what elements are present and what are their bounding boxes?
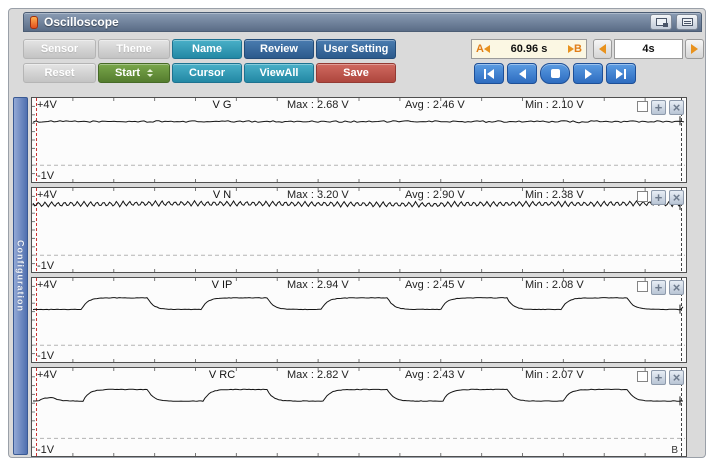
triangle-left-icon: [599, 44, 606, 54]
popout-icon: [656, 18, 667, 26]
window-span-value: 4s: [642, 43, 654, 55]
channel-panel-vg: +4V -1V V G Max : 2.68 V Avg : 2.46 V Mi…: [31, 97, 687, 183]
sidebar-label: Configuration: [16, 240, 26, 312]
window-span-increase-button[interactable]: [685, 39, 704, 59]
window-span-field[interactable]: 4s: [614, 39, 683, 59]
step-forward-icon: [585, 69, 592, 79]
stop-button[interactable]: [540, 63, 570, 84]
channel-select-checkbox[interactable]: [637, 371, 648, 382]
scope-icon: [30, 16, 38, 29]
skip-to-end-icon: [624, 69, 626, 79]
channel-name: V RC: [182, 369, 262, 381]
bottom-scale-label: -1V: [37, 170, 54, 182]
sidebar-configuration-handle[interactable]: Configuration: [13, 97, 28, 455]
max-value: Max : 2.68 V: [287, 99, 349, 111]
close-channel-button[interactable]: [669, 280, 684, 295]
waveform-vn: [32, 188, 686, 272]
window-title: Oscilloscope: [44, 15, 119, 29]
min-value: Min : 2.08 V: [525, 279, 584, 291]
window-span-decrease-button[interactable]: [593, 39, 612, 59]
theme-button[interactable]: Theme: [98, 39, 170, 59]
top-scale-label: +4V: [37, 369, 57, 381]
top-scale-label: +4V: [37, 279, 57, 291]
step-forward-button[interactable]: [573, 63, 603, 84]
user-setting-button[interactable]: User Setting: [316, 39, 396, 59]
ab-span-value: 60.96 s: [490, 43, 568, 55]
close-channel-button[interactable]: [669, 370, 684, 385]
waveform-vrc: [32, 368, 686, 456]
min-value: Min : 2.10 V: [525, 99, 584, 111]
step-back-icon: [519, 69, 526, 79]
zoom-in-button[interactable]: [651, 280, 666, 295]
stop-icon: [551, 69, 560, 78]
start-button-label: Start: [115, 67, 140, 79]
review-button[interactable]: Review: [244, 39, 314, 59]
cursor-button[interactable]: Cursor: [172, 63, 242, 83]
bottom-scale-label: -1V: [37, 444, 54, 456]
channel-panel-vn: +4V -1V V N Max : 3.20 V Avg : 2.90 V Mi…: [31, 187, 687, 273]
titlebar[interactable]: Oscilloscope: [23, 12, 702, 32]
max-value: Max : 2.94 V: [287, 279, 349, 291]
name-button[interactable]: Name: [172, 39, 242, 59]
ab-span-field[interactable]: A 60.96 s B: [471, 39, 587, 59]
channel-panel-vip: +4V -1V V IP Max : 2.94 V Avg : 2.45 V M…: [31, 277, 687, 363]
close-channel-button[interactable]: [669, 190, 684, 205]
waveform-vip: [32, 278, 686, 362]
cursor-b-label: B: [574, 43, 582, 55]
channel-select-checkbox[interactable]: [637, 191, 648, 202]
cursor-b-marker: B: [671, 445, 678, 456]
cursor-a-label: A: [476, 43, 484, 55]
zoom-in-button[interactable]: [651, 370, 666, 385]
channel-name: V N: [182, 189, 262, 201]
max-value: Max : 3.20 V: [287, 189, 349, 201]
start-button[interactable]: Start: [98, 63, 170, 83]
channel-name: V G: [182, 99, 262, 111]
skip-to-start-icon: [484, 69, 486, 79]
zoom-in-button[interactable]: [651, 100, 666, 115]
viewall-button[interactable]: ViewAll: [244, 63, 314, 83]
reset-button[interactable]: Reset: [23, 63, 96, 83]
channel-panel-vrc: +4V -1V V RC Max : 2.82 V Avg : 2.43 V M…: [31, 367, 687, 457]
min-value: Min : 2.07 V: [525, 369, 584, 381]
minimize-button[interactable]: [676, 14, 698, 30]
close-channel-button[interactable]: [669, 100, 684, 115]
skip-to-start-button[interactable]: [474, 63, 504, 84]
channel-name: V IP: [182, 279, 262, 291]
min-value: Min : 2.38 V: [525, 189, 584, 201]
triangle-left-icon: [487, 69, 494, 79]
bottom-scale-label: -1V: [37, 260, 54, 272]
top-scale-label: +4V: [37, 189, 57, 201]
channel-select-checkbox[interactable]: [637, 101, 648, 112]
waveform-vg: [32, 98, 686, 182]
skip-to-end-button[interactable]: [606, 63, 636, 84]
avg-value: Avg : 2.46 V: [405, 99, 465, 111]
avg-value: Avg : 2.90 V: [405, 189, 465, 201]
avg-value: Avg : 2.43 V: [405, 369, 465, 381]
minimize-icon: [682, 18, 693, 26]
step-back-button[interactable]: [507, 63, 537, 84]
avg-value: Avg : 2.45 V: [405, 279, 465, 291]
top-scale-label: +4V: [37, 99, 57, 111]
bottom-scale-label: -1V: [37, 350, 54, 362]
max-value: Max : 2.82 V: [287, 369, 349, 381]
channel-select-checkbox[interactable]: [637, 281, 648, 292]
sensor-button[interactable]: Sensor: [23, 39, 96, 59]
oscilloscope-window: Oscilloscope Sensor Theme Name Review Us…: [8, 8, 706, 458]
spinner-icon: [147, 69, 153, 77]
popout-button[interactable]: [650, 14, 672, 30]
triangle-right-icon: [691, 44, 698, 54]
save-button[interactable]: Save: [316, 63, 396, 83]
zoom-in-button[interactable]: [651, 190, 666, 205]
triangle-right-icon: [616, 69, 623, 79]
